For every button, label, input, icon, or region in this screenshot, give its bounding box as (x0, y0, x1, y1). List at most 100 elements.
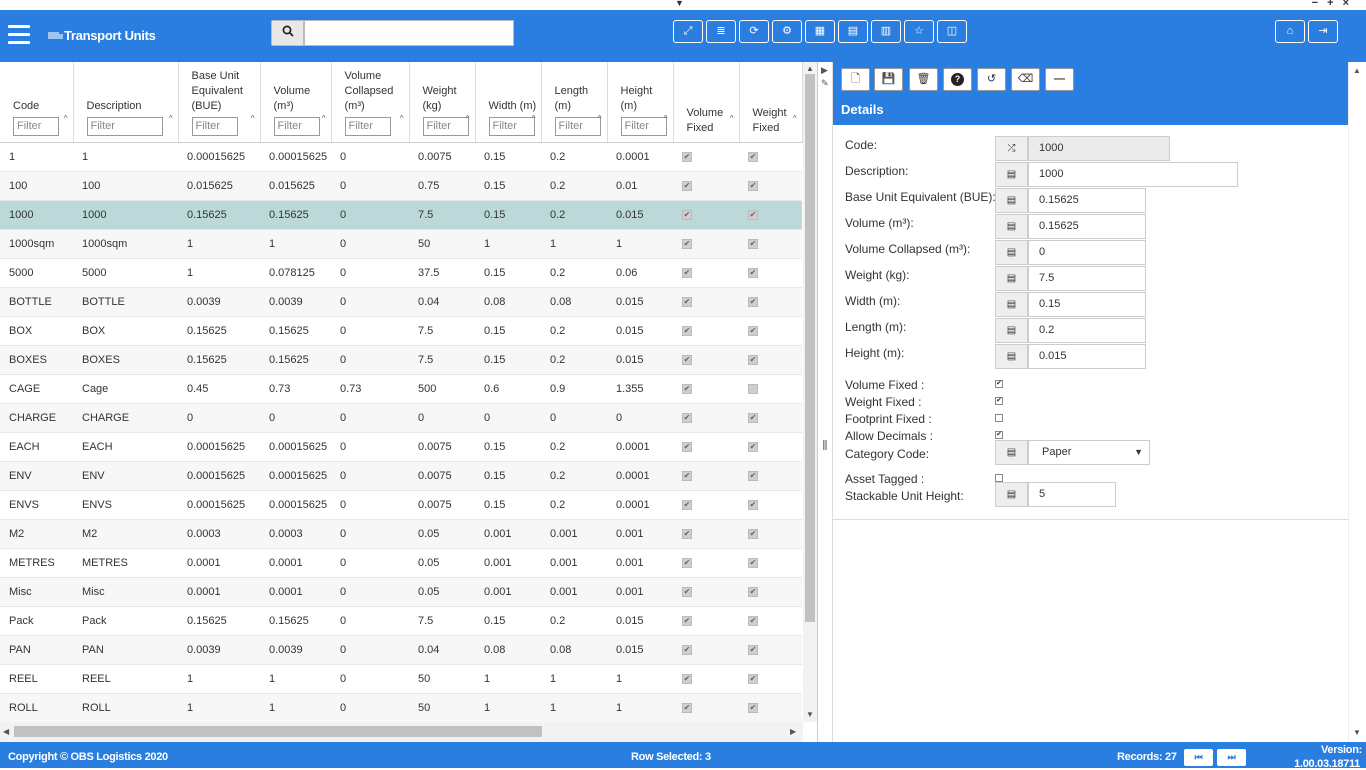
columns-button[interactable]: ◫ (937, 20, 967, 43)
panel-splitter[interactable]: ▶ ✎ ‖ (818, 62, 833, 742)
field-input[interactable]: 5 (1028, 482, 1116, 507)
column-header[interactable]: Weight Fixed ^ (739, 62, 803, 143)
database-button[interactable]: ≣ (706, 20, 736, 43)
pin-icon[interactable]: ✎ (821, 78, 829, 89)
field-input[interactable]: 0.15625 (1028, 188, 1146, 213)
sort-icon[interactable]: ^ (251, 111, 255, 126)
table-row[interactable]: 1 1 0.00015625 0.00015625 0 0.0075 0.15 0.2 0.00… (0, 142, 802, 172)
sort-icon[interactable]: ^ (793, 111, 797, 126)
field-input[interactable]: 0 (1028, 240, 1146, 265)
table-row[interactable]: PAN PAN 0.0039 0.0039 0 0.04 0.08 0.08 0.015 ✔ ✔ (0, 635, 802, 665)
document-icon[interactable]: ▤ (995, 266, 1028, 291)
checkbox[interactable] (995, 414, 1003, 422)
column-header[interactable]: Height (m) Filter ^ (607, 62, 674, 143)
grid-horizontal-scroll-thumb[interactable] (14, 726, 542, 737)
table-row[interactable]: EACH EACH 0.00015625 0.00015625 0 0.0075 0.15 0… (0, 432, 802, 462)
checkbox[interactable] (995, 474, 1003, 482)
scroll-up-icon[interactable]: ▲ (806, 64, 814, 73)
save-button[interactable]: 💾 (874, 68, 903, 91)
checkbox[interactable]: ✔ (995, 397, 1003, 405)
sort-icon[interactable]: ^ (64, 111, 68, 126)
table-row[interactable]: Misc Misc 0.0001 0.0001 0 0.05 0.001 0.001 0.001… (0, 577, 802, 607)
column-header[interactable]: Description Filter ^ (73, 62, 179, 143)
collapse-caret-icon[interactable]: ▼ (675, 0, 684, 8)
scroll-right-icon[interactable]: ▶ (790, 727, 796, 736)
sort-icon[interactable]: ^ (532, 111, 536, 126)
column-header[interactable]: Volume Fixed ^ (673, 62, 740, 143)
sort-icon[interactable]: ^ (730, 111, 734, 126)
table-row[interactable]: CAGE Cage 0.45 0.73 0.73 500 0.6 0.9 1.355 ✔ (0, 374, 802, 404)
details-vertical-scrollbar[interactable]: ▲ ▼ (1348, 62, 1366, 742)
field-input[interactable]: 0.15625 (1028, 214, 1146, 239)
sort-icon[interactable]: ^ (598, 111, 602, 126)
first-page-button[interactable]: ⏮ (1184, 749, 1213, 766)
column-filter-input[interactable]: Filter (86, 116, 163, 136)
document-icon[interactable]: ▤ (995, 482, 1028, 507)
sort-icon[interactable]: ^ (664, 111, 668, 126)
category-select[interactable]: Paper ▼ (1028, 440, 1150, 465)
export-excel-button[interactable]: ▤ (838, 20, 868, 43)
table-row[interactable]: 1000 1000 0.15625 0.15625 0 7.5 0.15 0.2 0.015 ✔ ✔ (0, 200, 802, 230)
document-icon[interactable]: ▤ (995, 188, 1028, 213)
logout-button[interactable]: ⇥ (1308, 20, 1338, 43)
collapse-right-icon[interactable]: ▶ (821, 65, 828, 76)
splitter-handle-icon[interactable]: ‖ (822, 437, 828, 453)
table-row[interactable]: BOXES BOXES 0.15625 0.15625 0 7.5 0.15 0.2 0.015… (0, 345, 802, 375)
sort-icon[interactable]: ^ (169, 111, 173, 126)
column-header[interactable]: Length (m) Filter ^ (541, 62, 608, 143)
document-icon[interactable]: ▤ (995, 292, 1028, 317)
home-button[interactable]: ⌂ (1275, 20, 1305, 43)
expand-button[interactable]: ⤢ (673, 20, 703, 43)
field-input[interactable]: 1000 (1028, 162, 1238, 187)
table-row[interactable]: 5000 5000 1 0.078125 0 37.5 0.15 0.2 0.06 ✔ ✔ (0, 258, 802, 288)
export-pdf-button[interactable]: ▥ (871, 20, 901, 43)
table-row[interactable]: ENVS ENVS 0.00015625 0.00015625 0 0.0075 0.15 0… (0, 490, 802, 520)
column-filter-input[interactable]: Filter (13, 116, 59, 136)
search-button[interactable] (271, 20, 304, 46)
column-filter-input[interactable]: Filter (488, 116, 535, 136)
table-row[interactable]: BOX BOX 0.15625 0.15625 0 7.5 0.15 0.2 0.015 ✔ ✔ (0, 316, 802, 346)
table-row[interactable]: ENV ENV 0.00015625 0.00015625 0 0.0075 0.15 0.2… (0, 461, 802, 491)
column-filter-input[interactable]: Filter (344, 116, 391, 136)
document-icon[interactable]: ▤ (995, 344, 1028, 369)
last-page-button[interactable]: ⏭ (1217, 749, 1246, 766)
table-row[interactable]: REEL REEL 1 1 0 50 1 1 1 ✔ ✔ (0, 664, 802, 694)
document-icon[interactable]: ▤ (995, 440, 1028, 465)
table-row[interactable]: METRES METRES 0.0001 0.0001 0 0.05 0.001 0.001 0… (0, 548, 802, 578)
column-filter-input[interactable]: Filter (191, 116, 238, 136)
favourite-button[interactable]: ☆ (904, 20, 934, 43)
column-header[interactable]: Weight (kg) Filter ^ (409, 62, 476, 143)
field-input[interactable]: 0.15 (1028, 292, 1146, 317)
sort-icon[interactable]: ^ (400, 111, 404, 126)
table-row[interactable]: 100 100 0.015625 0.015625 0 0.75 0.15 0.2 0.01 ✔ ✔ (0, 171, 802, 201)
checkbox[interactable]: ✔ (995, 380, 1003, 388)
scroll-left-icon[interactable]: ◀ (3, 727, 9, 736)
column-header[interactable]: Volume (m³) Filter ^ (260, 62, 332, 143)
delete-button[interactable]: 🗑 (909, 68, 938, 91)
grid-vertical-scroll-thumb[interactable] (805, 74, 815, 622)
search-input[interactable] (304, 20, 514, 46)
table-row[interactable]: M2 M2 0.0003 0.0003 0 0.05 0.001 0.001 0.001 ✔ ✔ (0, 519, 802, 549)
table-row[interactable]: Pack Pack 0.15625 0.15625 0 7.5 0.15 0.2 0.015 ✔ ✔ (0, 606, 802, 636)
column-header[interactable]: Base Unit Equivalent (BUE) Filter ^ (178, 62, 261, 143)
scroll-down-icon[interactable]: ▼ (806, 710, 814, 719)
table-row[interactable]: 1000sqm 1000sqm 1 1 0 50 1 1 1 ✔ ✔ (0, 229, 802, 259)
clear-button[interactable]: ⌫ (1011, 68, 1040, 91)
document-icon[interactable]: ▤ (995, 318, 1028, 343)
sort-icon[interactable]: ^ (322, 111, 326, 126)
shuffle-icon[interactable]: ⤮ (995, 136, 1028, 161)
table-row[interactable]: CHARGE CHARGE 0 0 0 0 0 0 0 ✔ ✔ (0, 403, 802, 433)
grid-horizontal-scrollbar[interactable]: ◀ ▶ (0, 722, 803, 742)
document-icon[interactable]: ▤ (995, 162, 1028, 187)
settings-button[interactable]: ⚙ (772, 20, 802, 43)
table-button[interactable]: ▦ (805, 20, 835, 43)
checkbox[interactable]: ✔ (995, 431, 1003, 439)
column-filter-input[interactable]: Filter (273, 116, 320, 136)
column-header[interactable]: Width (m) Filter ^ (475, 62, 542, 143)
new-button[interactable]: 🗋 (841, 68, 870, 91)
document-icon[interactable]: ▤ (995, 214, 1028, 239)
table-row[interactable]: BOTTLE BOTTLE 0.0039 0.0039 0 0.04 0.08 0.08 0.0… (0, 287, 802, 317)
column-filter-input[interactable]: Filter (620, 116, 667, 136)
details-scroll-up-icon[interactable]: ▲ (1353, 66, 1361, 75)
help-button[interactable]: ? (943, 68, 972, 91)
